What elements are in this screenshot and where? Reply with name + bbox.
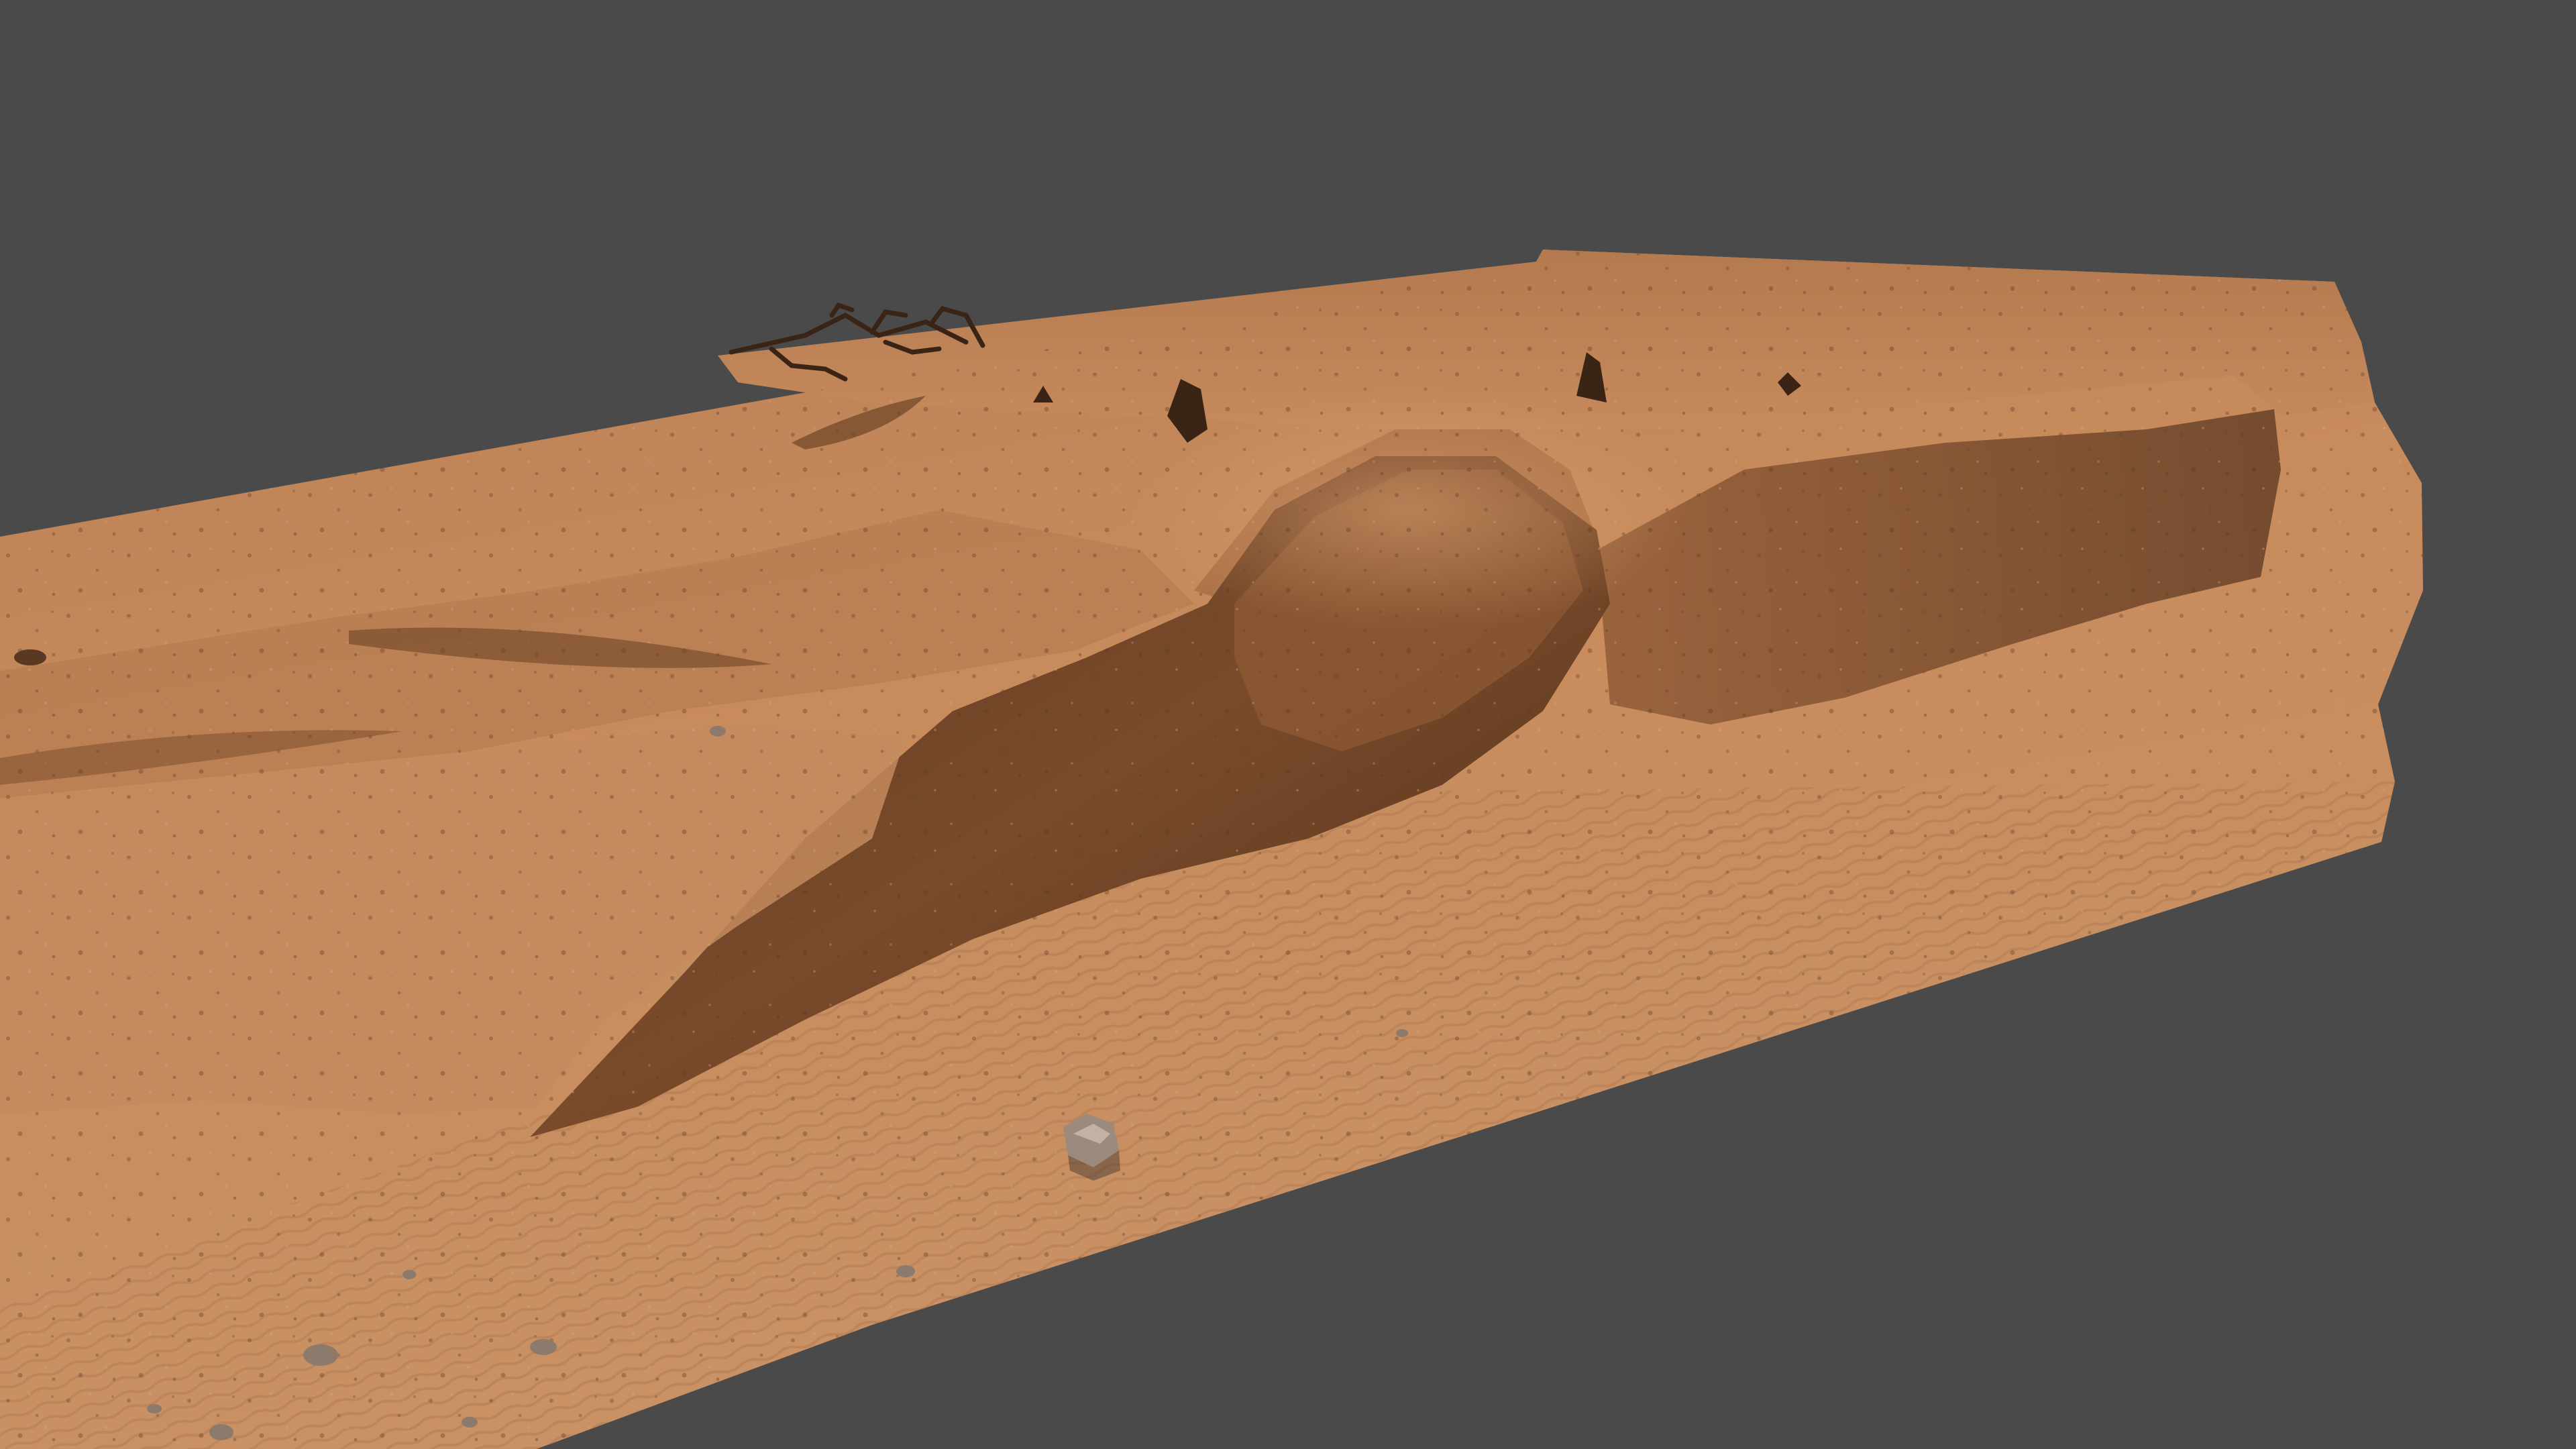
terrain-model-render[interactable] (0, 0, 2576, 1449)
surface-speckle (0, 250, 2423, 1449)
3d-viewport[interactable] (0, 0, 2576, 1449)
rock-large (1063, 1114, 1120, 1181)
